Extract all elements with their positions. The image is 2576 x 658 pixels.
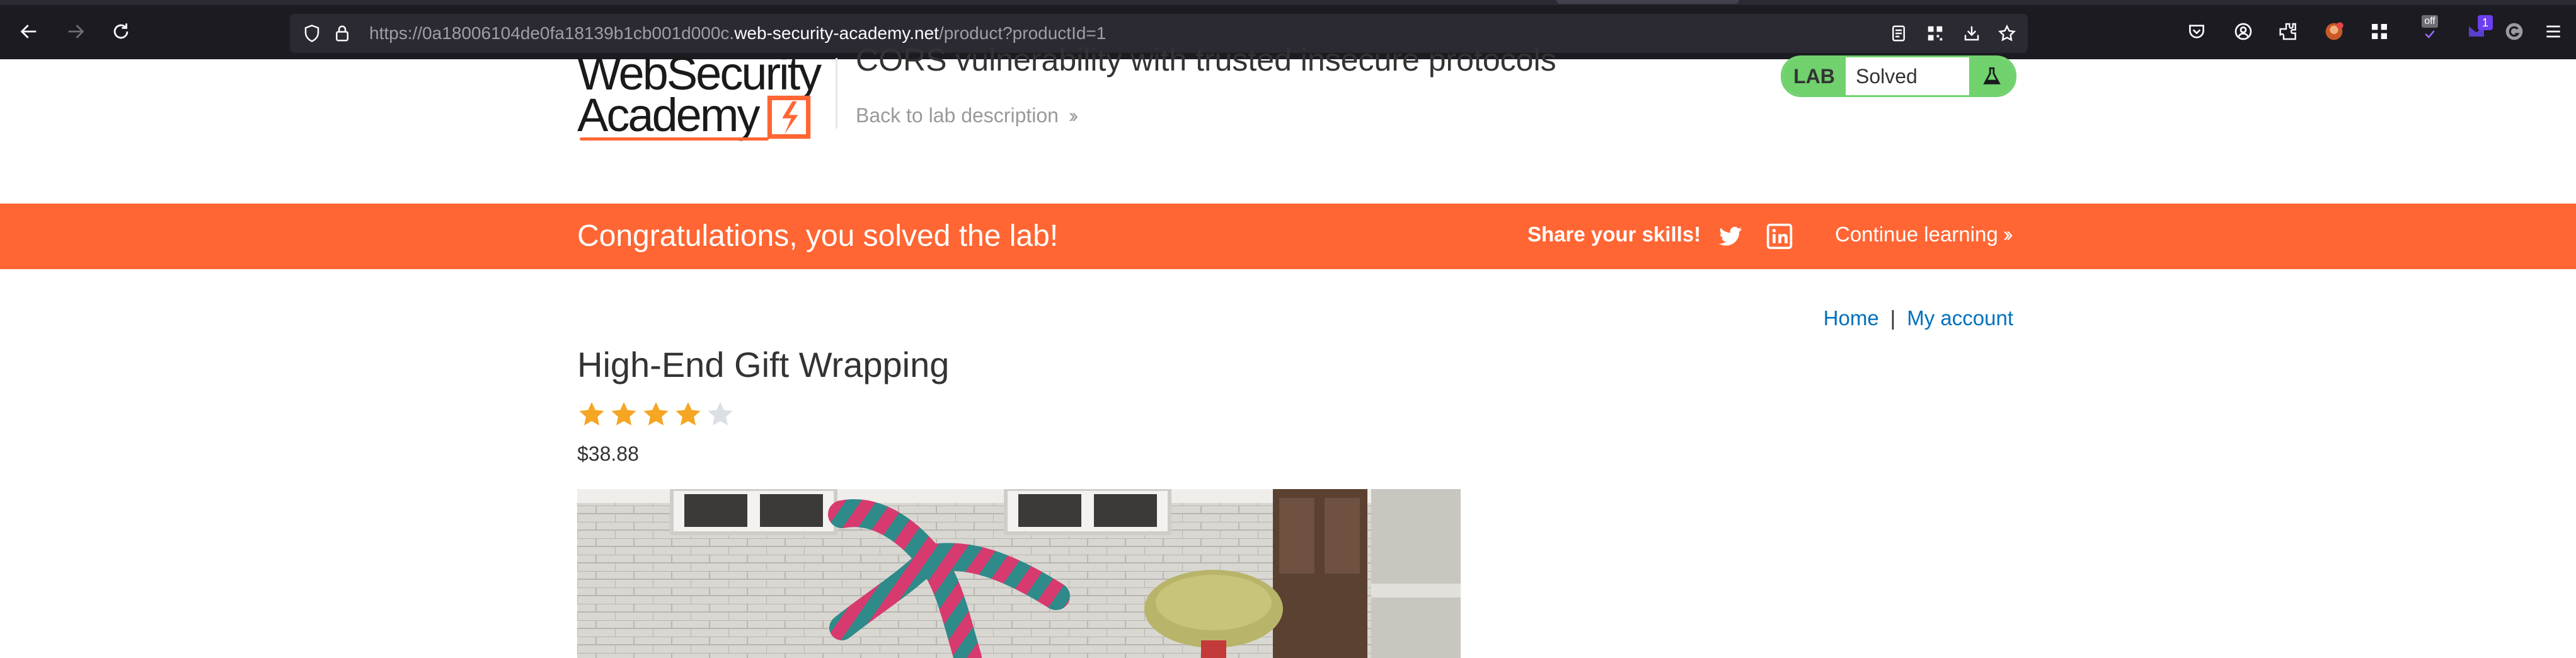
extension-badge-count: 1 (2478, 15, 2493, 30)
logo-line-2: Academy (577, 89, 760, 141)
web-security-academy-logo[interactable]: WebSecurity Academy (577, 50, 829, 145)
lab-solved-banner: Congratulations, you solved the lab! Sha… (0, 204, 2576, 269)
off-badge: off (2422, 15, 2438, 28)
save-to-pocket-icon[interactable] (1961, 23, 1982, 44)
reload-icon (113, 23, 129, 39)
shield-icon[interactable] (301, 23, 323, 44)
star-rating (577, 400, 735, 429)
lab-status-text: Solved (1856, 65, 1918, 88)
qr-code-icon[interactable] (1924, 23, 1946, 44)
url-text[interactable]: https://0a18006104de0fa18139b1cb001d000c… (369, 23, 1106, 43)
reload-button[interactable] (108, 19, 134, 44)
app-menu-icon[interactable] (2541, 19, 2566, 44)
my-account-link[interactable]: My account (1907, 306, 2013, 330)
lightning-bolt-icon (767, 95, 811, 139)
star-filled-icon (611, 401, 636, 426)
product-title: High-End Gift Wrapping (577, 345, 950, 384)
extensions-icon[interactable] (2276, 19, 2301, 44)
double-chevron-right-icon: ›› (2003, 222, 2013, 246)
active-tab[interactable] (1556, 0, 1739, 4)
product-image (577, 489, 1461, 658)
star-empty-icon (708, 401, 733, 426)
continue-learning-label: Continue learning (1835, 222, 1998, 246)
url-prefix: https://0a18006104de0fa18139b1cb001d000c… (369, 23, 735, 43)
account-navigation: Home | My account (1824, 306, 2013, 330)
arrow-left-icon (20, 25, 37, 38)
linkedin-icon[interactable] (1766, 222, 1793, 250)
lab-status-widget: LAB Solved (1781, 55, 2016, 97)
burp-extension-icon[interactable] (2321, 19, 2347, 44)
lock-icon[interactable] (331, 23, 353, 44)
lab-title: CORS vulnerability with trusted insecure… (856, 42, 1556, 78)
arrow-right-icon (68, 25, 84, 38)
nav-separator: | (1890, 306, 1896, 330)
forward-button[interactable] (63, 19, 88, 44)
reader-view-icon[interactable] (1888, 23, 1909, 44)
twitter-icon[interactable] (1716, 222, 1744, 250)
star-filled-icon (643, 401, 669, 426)
tab-strip (0, 0, 2576, 5)
lab-badge: LAB (1783, 57, 1846, 95)
back-link-label: Back to lab description (856, 104, 1059, 127)
back-to-lab-description-link[interactable]: Back to lab description ›› (856, 104, 1079, 127)
grammarly-icon[interactable] (2502, 19, 2527, 44)
back-button[interactable] (16, 19, 42, 44)
url-host: web-security-academy.net (734, 23, 939, 43)
double-chevron-right-icon: ›› (1068, 104, 1079, 127)
star-filled-icon (579, 401, 604, 426)
product-price: $38.88 (577, 442, 639, 465)
home-link[interactable]: Home (1824, 306, 1879, 330)
header-divider (836, 58, 837, 129)
share-skills-label: Share your skills! (1527, 222, 1701, 246)
continue-learning-link[interactable]: Continue learning ›› (1835, 222, 2013, 246)
bookmark-star-icon[interactable] (1996, 23, 2018, 44)
logo-underline (580, 137, 769, 141)
flask-icon (1969, 57, 2015, 95)
off-toggle-extension-icon[interactable]: off (2417, 15, 2442, 40)
url-path: /product?productId=1 (938, 23, 1107, 43)
star-filled-icon (676, 401, 701, 426)
grid-apps-icon[interactable] (2367, 19, 2392, 44)
congratulations-message: Congratulations, you solved the lab! (577, 219, 1059, 253)
pocket-icon[interactable] (2184, 19, 2209, 44)
notification-extension-icon[interactable]: 1 (2464, 15, 2493, 44)
account-icon[interactable] (2231, 19, 2256, 44)
